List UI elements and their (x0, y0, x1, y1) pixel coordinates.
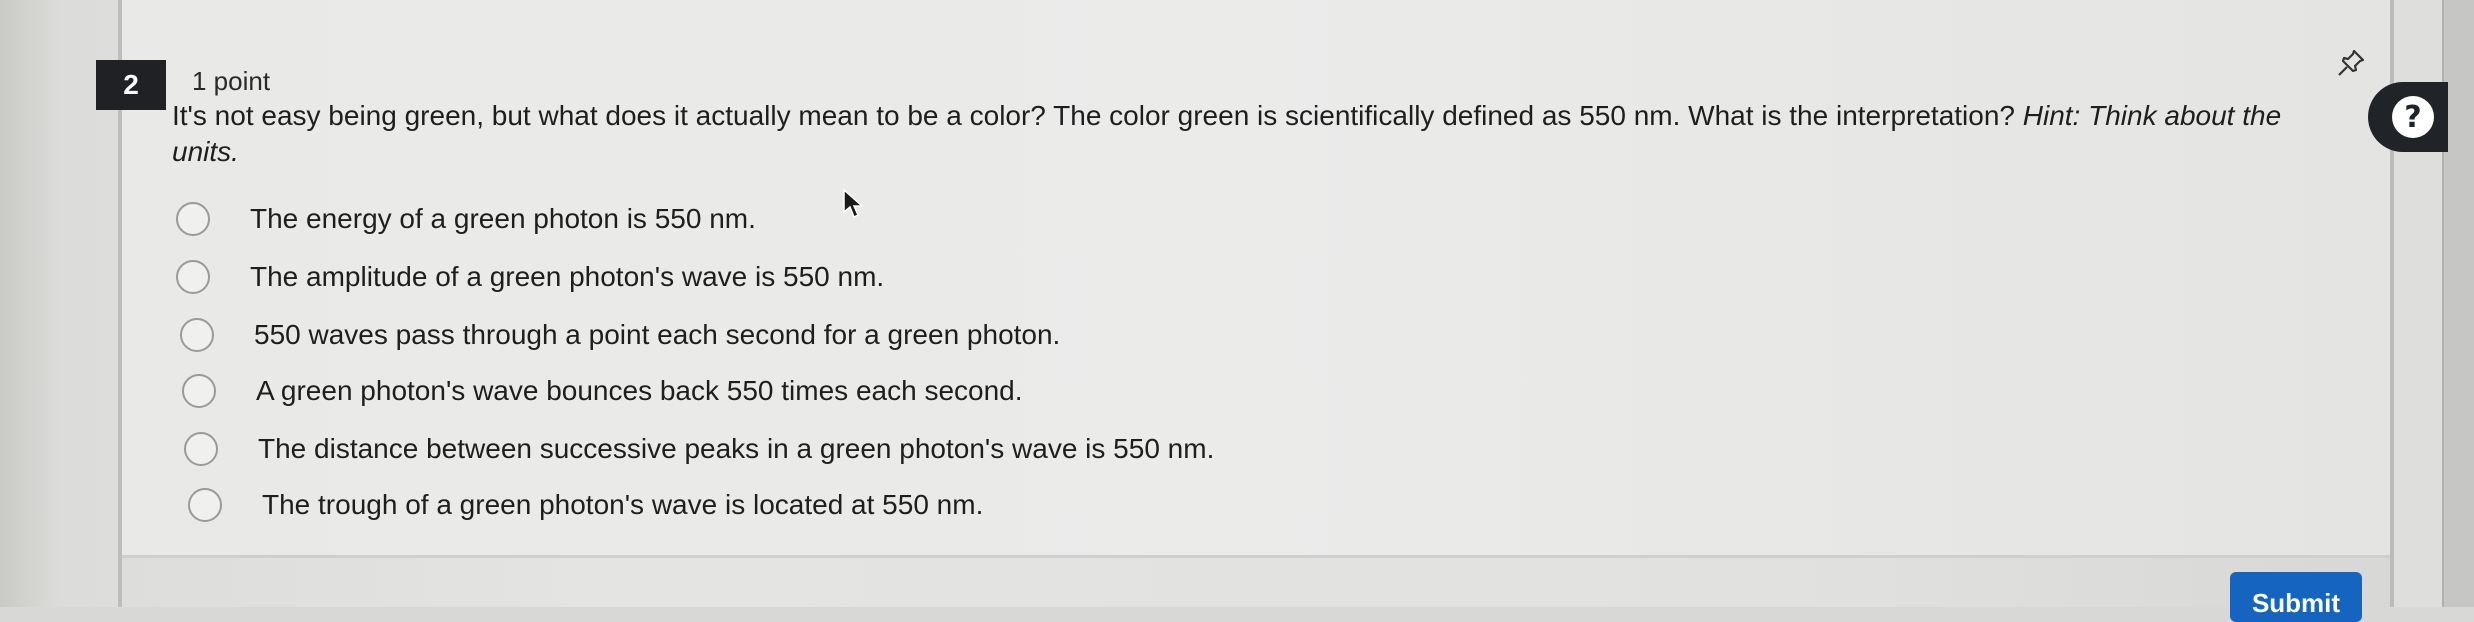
radio-button[interactable] (176, 202, 210, 236)
answer-option[interactable]: The trough of a green photon's wave is l… (188, 488, 983, 522)
mouse-cursor-icon (842, 188, 864, 220)
question-points: 1 point (192, 66, 271, 96)
option-label: The amplitude of a green photon's wave i… (250, 261, 885, 292)
card-divider (122, 555, 2390, 558)
help-button[interactable]: ? (2368, 82, 2448, 152)
answer-option[interactable]: The distance between successive peaks in… (184, 432, 1214, 466)
question-number-badge: 2 (96, 60, 166, 110)
radio-button[interactable] (188, 488, 222, 522)
question-mark-icon: ? (2392, 96, 2434, 138)
radio-button[interactable] (180, 318, 214, 352)
answer-option[interactable]: The amplitude of a green photon's wave i… (176, 260, 884, 294)
option-label: A green photon's wave bounces back 550 t… (256, 375, 1023, 406)
submit-button[interactable]: Submit (2230, 572, 2362, 622)
option-label: The energy of a green photon is 550 nm. (250, 203, 756, 234)
answer-option[interactable]: 550 waves pass through a point each seco… (180, 318, 1060, 352)
option-label: The distance between successive peaks in… (258, 433, 1215, 464)
option-label: 550 waves pass through a point each seco… (254, 319, 1061, 350)
radio-button[interactable] (184, 432, 218, 466)
radio-button[interactable] (176, 260, 210, 294)
option-label: The trough of a green photon's wave is l… (262, 489, 984, 520)
answer-option[interactable]: The energy of a green photon is 550 nm. (176, 202, 756, 236)
radio-button[interactable] (182, 374, 216, 408)
question-text: It's not easy being green, but what does… (172, 98, 2322, 170)
pin-icon[interactable] (2334, 46, 2368, 80)
answer-option[interactable]: A green photon's wave bounces back 550 t… (182, 374, 1023, 408)
question-prompt: It's not easy being green, but what does… (172, 100, 2023, 131)
